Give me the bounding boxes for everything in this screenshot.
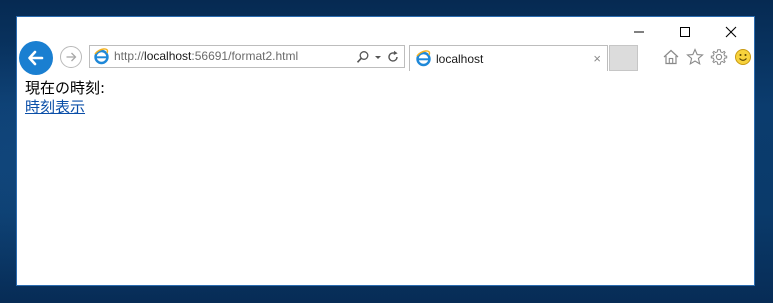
browser-toolbar: [662, 48, 752, 66]
current-time-label: 現在の時刻:: [25, 79, 106, 97]
tab-title: localhost: [436, 52, 484, 66]
tab-localhost[interactable]: localhost ×: [409, 45, 608, 71]
chevron-down-icon[interactable]: [374, 50, 382, 64]
url-path: :56691/format2.html: [191, 49, 299, 63]
settings-button[interactable]: [710, 48, 728, 66]
new-tab-button[interactable]: [609, 45, 638, 71]
maximize-icon: [680, 27, 690, 37]
refresh-icon[interactable]: [386, 50, 400, 64]
internet-explorer-icon: [416, 50, 431, 67]
star-icon: [686, 48, 704, 65]
address-bar[interactable]: http://localhost:56691/format2.html: [89, 45, 405, 68]
back-button[interactable]: [19, 41, 53, 75]
home-button[interactable]: [662, 48, 680, 66]
internet-explorer-icon: [94, 48, 109, 65]
url-host: localhost: [144, 49, 192, 63]
url-scheme: http://: [114, 49, 145, 63]
forward-arrow-icon: [66, 52, 77, 62]
browser-window: http://localhost:56691/format2.html loca…: [16, 16, 755, 286]
feedback-button[interactable]: [734, 48, 752, 66]
favorites-button[interactable]: [686, 48, 704, 66]
url-text[interactable]: http://localhost:56691/format2.html: [114, 49, 298, 63]
minimize-icon: [634, 31, 644, 33]
address-tools: [356, 48, 400, 66]
show-time-link[interactable]: 時刻表示: [25, 98, 85, 116]
search-icon[interactable]: [356, 50, 370, 64]
gear-icon: [710, 49, 728, 65]
page-content: 現在の時刻: 時刻表示: [25, 79, 105, 117]
home-icon: [663, 49, 679, 65]
navigation-bar: http://localhost:56691/format2.html loca…: [17, 41, 754, 75]
smiley-icon: [735, 49, 751, 65]
tab-close-button[interactable]: ×: [593, 51, 601, 66]
forward-button[interactable]: [60, 46, 82, 68]
back-arrow-icon: [28, 50, 44, 66]
close-icon: [725, 26, 737, 38]
